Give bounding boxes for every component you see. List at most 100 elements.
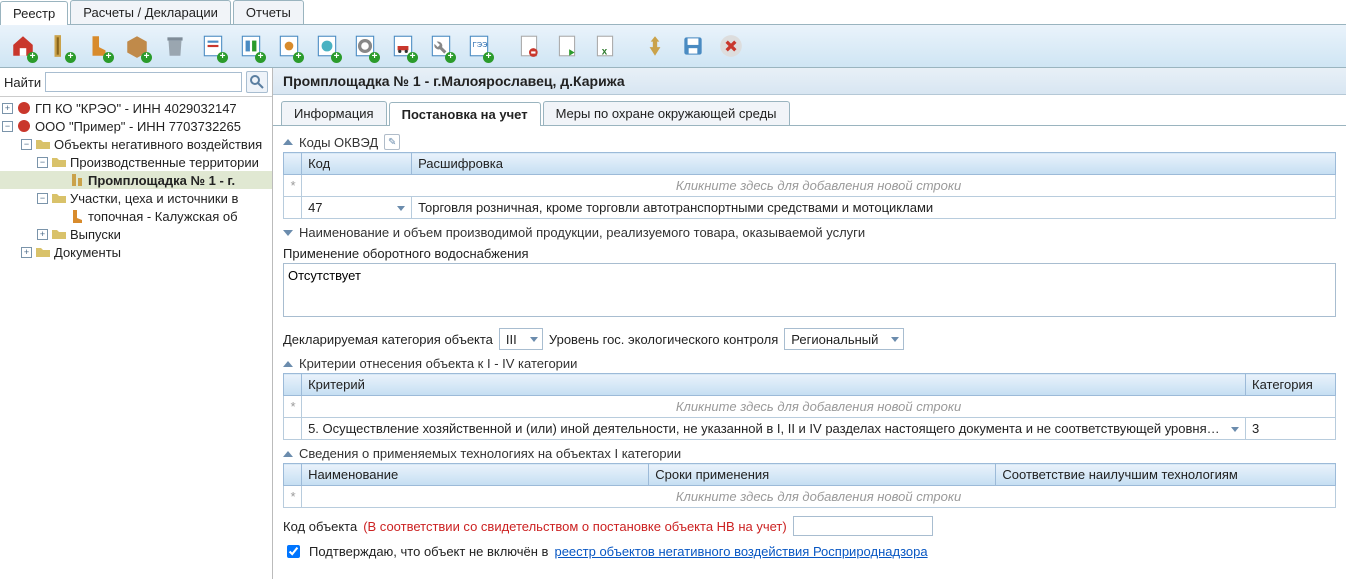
okved-col-code[interactable]: Код: [302, 153, 412, 175]
chevron-down-icon[interactable]: [397, 206, 405, 211]
okved-table: Код Расшифровка * Кликните здесь для доб…: [283, 152, 1336, 219]
tool-page-export-icon[interactable]: [550, 29, 584, 63]
category-label: Декларируемая категория объекта: [283, 332, 493, 347]
tab-reports[interactable]: Отчеты: [233, 0, 304, 24]
tool-save-icon[interactable]: [676, 29, 710, 63]
tool-doc-c-icon[interactable]: [272, 29, 306, 63]
criteria-new-row[interactable]: * Кликните здесь для добавления новой ст…: [284, 396, 1336, 418]
tool-page-minus-icon[interactable]: [512, 29, 546, 63]
tool-page-excel-icon[interactable]: x: [588, 29, 622, 63]
tool-trash-icon[interactable]: [158, 29, 192, 63]
criteria-col-cat[interactable]: Категория: [1246, 374, 1336, 396]
tree-node-documents[interactable]: + Документы: [0, 243, 272, 261]
okved-new-row[interactable]: * Кликните здесь для добавления новой ст…: [284, 175, 1336, 197]
section-criteria-label: Критерии отнесения объекта к I - IV кате…: [299, 356, 577, 371]
category-select[interactable]: III: [499, 328, 543, 350]
criteria-crit-cell[interactable]: 5. Осуществление хозяйственной и (или) и…: [302, 418, 1246, 440]
section-okved-label: Коды ОКВЭД: [299, 135, 378, 150]
folder-icon: [35, 136, 51, 152]
tool-doc-a-icon[interactable]: [196, 29, 230, 63]
tool-doc-gee-icon[interactable]: ГЭЭ: [462, 29, 496, 63]
confirm-checkbox[interactable]: [287, 545, 300, 558]
tab-calculations[interactable]: Расчеты / Декларации: [70, 0, 231, 24]
section-production-label: Наименование и объем производимой продук…: [299, 225, 865, 240]
tree-node-objects[interactable]: − Объекты негативного воздействия: [0, 135, 272, 153]
search-input[interactable]: [45, 72, 242, 92]
okved-desc-cell[interactable]: Торговля розничная, кроме торговли автот…: [412, 197, 1336, 219]
water-textarea[interactable]: [283, 263, 1336, 317]
criteria-row[interactable]: 5. Осуществление хозяйственной и (или) и…: [284, 418, 1336, 440]
chevron-down-icon[interactable]: [1231, 427, 1239, 432]
tech-new-row[interactable]: * Кликните здесь для добавления новой ст…: [284, 486, 1336, 508]
tree-node-furnace[interactable]: топочная - Калужская об: [0, 207, 272, 225]
tech-table: Наименование Сроки применения Соответств…: [283, 463, 1336, 508]
boot-icon: [69, 208, 85, 224]
control-select[interactable]: Региональный: [784, 328, 904, 350]
collapse-icon[interactable]: −: [21, 139, 32, 150]
tree-node-kreo[interactable]: + ГП КО "КРЭО" - ИНН 4029032147: [0, 99, 272, 117]
tree-node-territories[interactable]: − Производственные территории: [0, 153, 272, 171]
tool-doc-b-icon[interactable]: [234, 29, 268, 63]
confirm-text: Подтверждаю, что объект не включён в: [309, 544, 548, 559]
section-tech-label: Сведения о применяемых технологиях на об…: [299, 446, 681, 461]
left-pane: Найти + ГП КО "КРЭО" - ИНН 4029032147 − …: [0, 68, 273, 579]
tree-node-releases[interactable]: + Выпуски: [0, 225, 272, 243]
tech-col-term[interactable]: Сроки применения: [649, 464, 996, 486]
svg-text:ГЭЭ: ГЭЭ: [473, 40, 489, 49]
okved-col-desc[interactable]: Расшифровка: [412, 153, 1336, 175]
tab-registry[interactable]: Реестр: [0, 1, 68, 25]
tool-add-boot-icon[interactable]: [82, 29, 116, 63]
edit-okved-button[interactable]: ✎: [384, 134, 400, 150]
tool-doc-d-icon[interactable]: [310, 29, 344, 63]
code-label: Код объекта: [283, 519, 357, 534]
expand-icon[interactable]: +: [2, 103, 13, 114]
code-note: (В соответствии со свидетельством о пост…: [363, 519, 787, 534]
tool-doc-wrench-icon[interactable]: [424, 29, 458, 63]
tool-close-icon[interactable]: [714, 29, 748, 63]
tool-add-ruler-icon[interactable]: [44, 29, 78, 63]
tool-doc-car-icon[interactable]: [386, 29, 420, 63]
search-icon: [249, 74, 265, 90]
collapse-icon[interactable]: −: [37, 157, 48, 168]
tree-node-primer[interactable]: − ООО "Пример" - ИНН 7703732265: [0, 117, 272, 135]
criteria-col-crit[interactable]: Критерий: [302, 374, 1246, 396]
criteria-table: Критерий Категория * Кликните здесь для …: [283, 373, 1336, 440]
tree-node-site-1[interactable]: Промплощадка № 1 - г.: [0, 171, 272, 189]
collapse-icon[interactable]: −: [2, 121, 13, 132]
tool-add-home-icon[interactable]: [6, 29, 40, 63]
tech-col-name[interactable]: Наименование: [302, 464, 649, 486]
tab-registration[interactable]: Постановка на учет: [389, 102, 541, 126]
org-red-icon: [16, 100, 32, 116]
site-icon: [69, 172, 85, 188]
tree-node-areas[interactable]: − Участки, цеха и источники в: [0, 189, 272, 207]
chevron-up-icon[interactable]: [283, 361, 293, 367]
org-red-icon: [16, 118, 32, 134]
folder-icon: [51, 154, 67, 170]
expand-icon[interactable]: +: [37, 229, 48, 240]
criteria-cat-cell[interactable]: 3: [1246, 418, 1336, 440]
tech-col-best[interactable]: Соответствие наилучшим технологиям: [996, 464, 1336, 486]
chevron-up-icon[interactable]: [283, 139, 293, 145]
search-button[interactable]: [246, 71, 268, 93]
okved-row[interactable]: 47 Торговля розничная, кроме торговли ав…: [284, 197, 1336, 219]
form-area: Коды ОКВЭД ✎ Код Расшифровка * Кликните …: [273, 126, 1346, 579]
svg-text:x: x: [602, 47, 608, 58]
tool-doc-disk-icon[interactable]: [348, 29, 382, 63]
chevron-up-icon[interactable]: [283, 451, 293, 457]
expand-icon[interactable]: +: [21, 247, 32, 258]
tool-add-box-icon[interactable]: [120, 29, 154, 63]
inner-tabs: Информация Постановка на учет Меры по ох…: [273, 95, 1346, 126]
tool-eagle-icon[interactable]: [638, 29, 672, 63]
okved-code-cell[interactable]: 47: [302, 197, 412, 219]
tab-protection[interactable]: Меры по охране окружающей среды: [543, 101, 790, 125]
collapse-icon[interactable]: −: [37, 193, 48, 204]
tab-information[interactable]: Информация: [281, 101, 387, 125]
code-input[interactable]: [793, 516, 933, 536]
folder-icon: [51, 190, 67, 206]
control-label: Уровень гос. экологического контроля: [549, 332, 778, 347]
chevron-down-icon[interactable]: [283, 230, 293, 236]
registry-link[interactable]: реестр объектов негативного воздействия …: [554, 544, 927, 559]
folder-icon: [35, 244, 51, 260]
toolbar: ГЭЭ x: [0, 25, 1346, 68]
folder-icon: [51, 226, 67, 242]
